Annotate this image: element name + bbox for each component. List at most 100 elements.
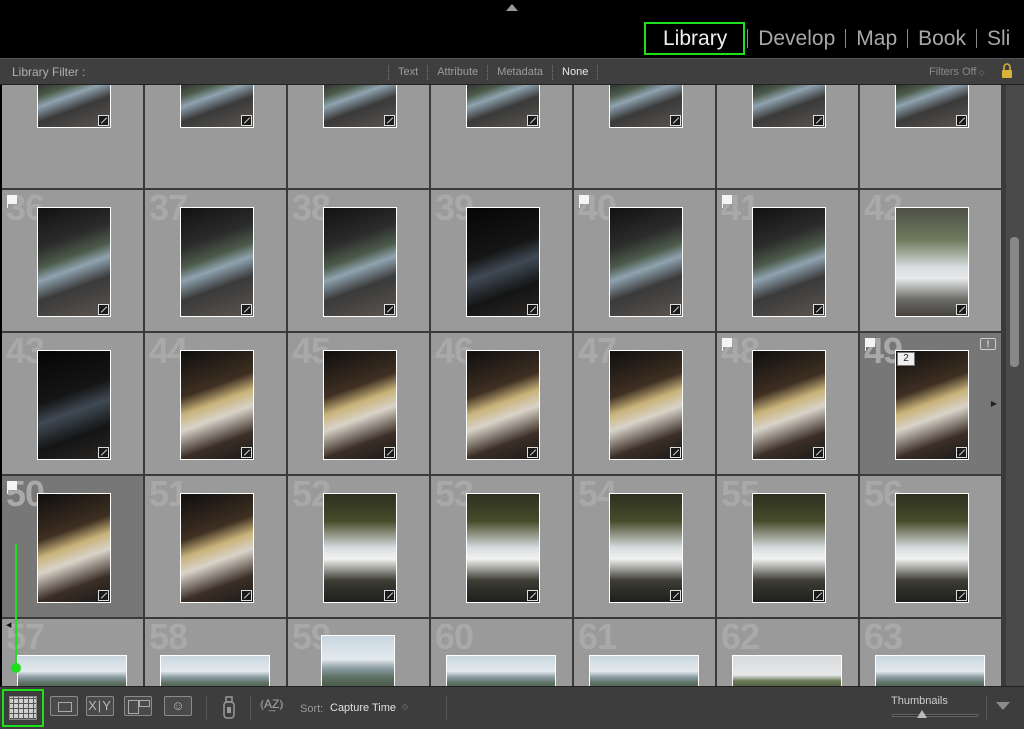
- photo-cell[interactable]: [574, 85, 715, 188]
- photo-grid[interactable]: 36 37 38 39 40 41 42 43 44 45 46 47 48 49 2 ▶! 50 51 52 53 5…: [2, 85, 1006, 686]
- photo-cell[interactable]: 37: [145, 190, 286, 331]
- photo-thumbnail[interactable]: [17, 655, 127, 686]
- develop-adjustments-icon[interactable]: [670, 590, 681, 601]
- photo-cell[interactable]: 56: [860, 476, 1001, 617]
- photo-cell[interactable]: 53: [431, 476, 572, 617]
- photo-thumbnail[interactable]: [180, 350, 254, 460]
- develop-adjustments-icon[interactable]: [956, 304, 967, 315]
- photo-thumbnail[interactable]: [180, 207, 254, 317]
- photo-thumbnail[interactable]: [732, 655, 842, 686]
- photo-thumbnail[interactable]: [321, 635, 395, 686]
- photo-thumbnail[interactable]: [323, 350, 397, 460]
- compare-view-button[interactable]: X|Y: [86, 696, 114, 716]
- photo-thumbnail[interactable]: [37, 493, 111, 603]
- photo-thumbnail[interactable]: [466, 350, 540, 460]
- toolbar-content-menu-icon[interactable]: [996, 702, 1010, 710]
- module-book[interactable]: Book: [908, 22, 976, 55]
- photo-thumbnail[interactable]: [895, 350, 969, 460]
- photo-cell[interactable]: 40: [574, 190, 715, 331]
- painter-spray-can-icon[interactable]: [219, 693, 239, 721]
- chevron-down-icon[interactable]: ◇: [402, 702, 408, 711]
- photo-cell[interactable]: 45: [288, 333, 429, 474]
- photo-cell[interactable]: [860, 85, 1001, 188]
- develop-adjustments-icon[interactable]: [956, 447, 967, 458]
- slider-handle[interactable]: [917, 710, 927, 718]
- photo-cell[interactable]: [431, 85, 572, 188]
- module-sli[interactable]: Sli: [977, 22, 1020, 55]
- photo-thumbnail[interactable]: [875, 655, 985, 686]
- stack-count-badge[interactable]: 2: [897, 352, 915, 366]
- pick-flag-icon[interactable]: [865, 338, 875, 351]
- develop-adjustments-icon[interactable]: [241, 590, 252, 601]
- develop-adjustments-icon[interactable]: [384, 447, 395, 458]
- photo-thumbnail[interactable]: [160, 655, 270, 686]
- photo-thumbnail[interactable]: [752, 350, 826, 460]
- photo-thumbnail[interactable]: [609, 350, 683, 460]
- module-map[interactable]: Map: [846, 22, 907, 55]
- photo-cell[interactable]: 49 2 ▶!: [860, 333, 1001, 474]
- filter-option-attribute[interactable]: Attribute: [428, 66, 487, 78]
- photo-cell[interactable]: 42: [860, 190, 1001, 331]
- develop-adjustments-icon[interactable]: [241, 304, 252, 315]
- photo-cell[interactable]: 51: [145, 476, 286, 617]
- develop-adjustments-icon[interactable]: [670, 447, 681, 458]
- people-view-button[interactable]: ☺: [164, 696, 192, 716]
- pick-flag-icon[interactable]: [722, 338, 732, 351]
- photo-cell[interactable]: 48: [717, 333, 858, 474]
- photo-cell[interactable]: 61: [574, 619, 715, 686]
- develop-adjustments-icon[interactable]: [241, 115, 252, 126]
- develop-adjustments-icon[interactable]: [670, 115, 681, 126]
- pick-flag-icon[interactable]: [722, 195, 732, 208]
- sort-criteria-dropdown[interactable]: Capture Time: [330, 702, 396, 714]
- module-develop[interactable]: Develop: [748, 22, 845, 55]
- develop-adjustments-icon[interactable]: [527, 447, 538, 458]
- loupe-view-button[interactable]: [50, 696, 78, 716]
- photo-cell[interactable]: [2, 85, 143, 188]
- develop-adjustments-icon[interactable]: [956, 115, 967, 126]
- develop-adjustments-icon[interactable]: [813, 304, 824, 315]
- filter-option-text[interactable]: Text: [389, 66, 427, 78]
- photo-cell[interactable]: 39: [431, 190, 572, 331]
- photo-cell[interactable]: 36: [2, 190, 143, 331]
- develop-adjustments-icon[interactable]: [527, 590, 538, 601]
- filter-option-metadata[interactable]: Metadata: [488, 66, 552, 78]
- photo-cell[interactable]: 63: [860, 619, 1001, 686]
- filter-option-none[interactable]: None: [553, 66, 597, 78]
- photo-thumbnail[interactable]: [466, 493, 540, 603]
- photo-cell[interactable]: 41: [717, 190, 858, 331]
- develop-adjustments-icon[interactable]: [98, 304, 109, 315]
- photo-cell[interactable]: 59: [288, 619, 429, 686]
- photo-thumbnail[interactable]: [752, 207, 826, 317]
- photo-cell[interactable]: [145, 85, 286, 188]
- develop-adjustments-icon[interactable]: [98, 590, 109, 601]
- develop-adjustments-icon[interactable]: [813, 447, 824, 458]
- module-library[interactable]: Library: [644, 22, 746, 55]
- photo-cell[interactable]: 54: [574, 476, 715, 617]
- photo-thumbnail[interactable]: [323, 207, 397, 317]
- develop-adjustments-icon[interactable]: [956, 590, 967, 601]
- develop-adjustments-icon[interactable]: [670, 304, 681, 315]
- scrollbar-thumb[interactable]: [1010, 237, 1019, 367]
- photo-cell[interactable]: [288, 85, 429, 188]
- grid-view-button[interactable]: [2, 689, 44, 727]
- photo-cell[interactable]: 55: [717, 476, 858, 617]
- collapse-top-panel-icon[interactable]: [506, 4, 518, 11]
- photo-cell[interactable]: 38: [288, 190, 429, 331]
- photo-cell[interactable]: [717, 85, 858, 188]
- photo-cell[interactable]: 62: [717, 619, 858, 686]
- photo-cell[interactable]: 50: [2, 476, 143, 617]
- photo-cell[interactable]: 57: [2, 619, 143, 686]
- photo-thumbnail[interactable]: [37, 350, 111, 460]
- photo-thumbnail[interactable]: [589, 655, 699, 686]
- develop-adjustments-icon[interactable]: [384, 590, 395, 601]
- develop-adjustments-icon[interactable]: [813, 115, 824, 126]
- photo-cell[interactable]: 60: [431, 619, 572, 686]
- develop-adjustments-icon[interactable]: [527, 115, 538, 126]
- pick-flag-icon[interactable]: [579, 195, 589, 208]
- photo-thumbnail[interactable]: [466, 207, 540, 317]
- grid-scrollbar[interactable]: [1006, 85, 1024, 686]
- photo-thumbnail[interactable]: [609, 493, 683, 603]
- develop-adjustments-icon[interactable]: [384, 115, 395, 126]
- photo-cell[interactable]: 46: [431, 333, 572, 474]
- sort-direction-icon[interactable]: ⦅A͢Z⦆: [260, 697, 283, 719]
